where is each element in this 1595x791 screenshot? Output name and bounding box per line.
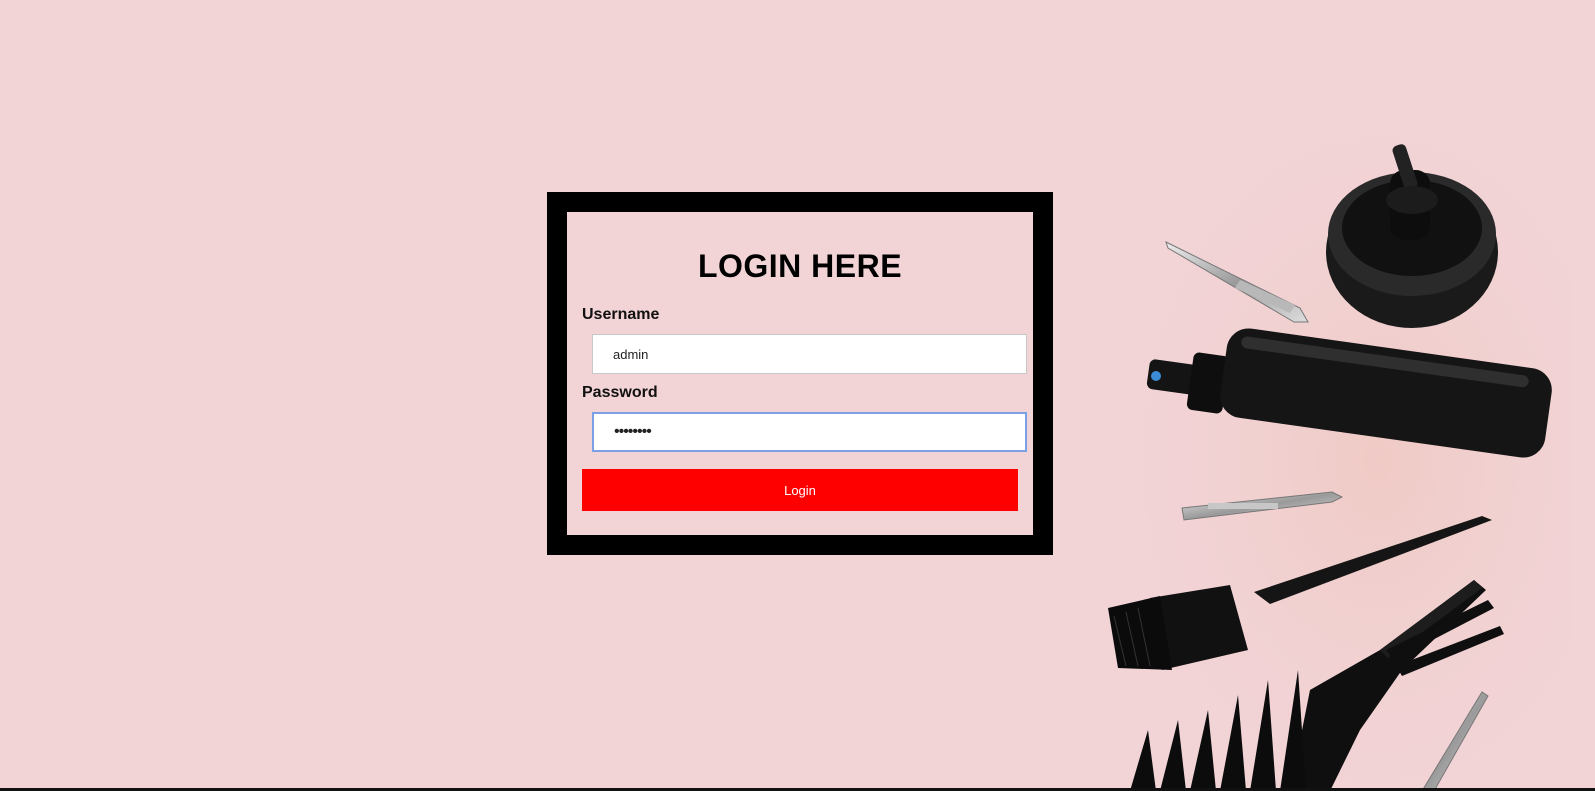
username-field[interactable] xyxy=(592,334,1027,374)
password-field[interactable] xyxy=(592,412,1027,452)
username-label: Username xyxy=(582,306,660,323)
login-title: LOGIN HERE xyxy=(697,248,903,284)
hair-tools-illustration xyxy=(1090,130,1570,791)
password-label: Password xyxy=(582,384,658,401)
login-button[interactable]: Login xyxy=(582,469,1018,511)
login-frame: LOGIN HERE Username Password Login xyxy=(547,192,1053,555)
login-form: LOGIN HERE Username Password Login xyxy=(567,212,1033,535)
